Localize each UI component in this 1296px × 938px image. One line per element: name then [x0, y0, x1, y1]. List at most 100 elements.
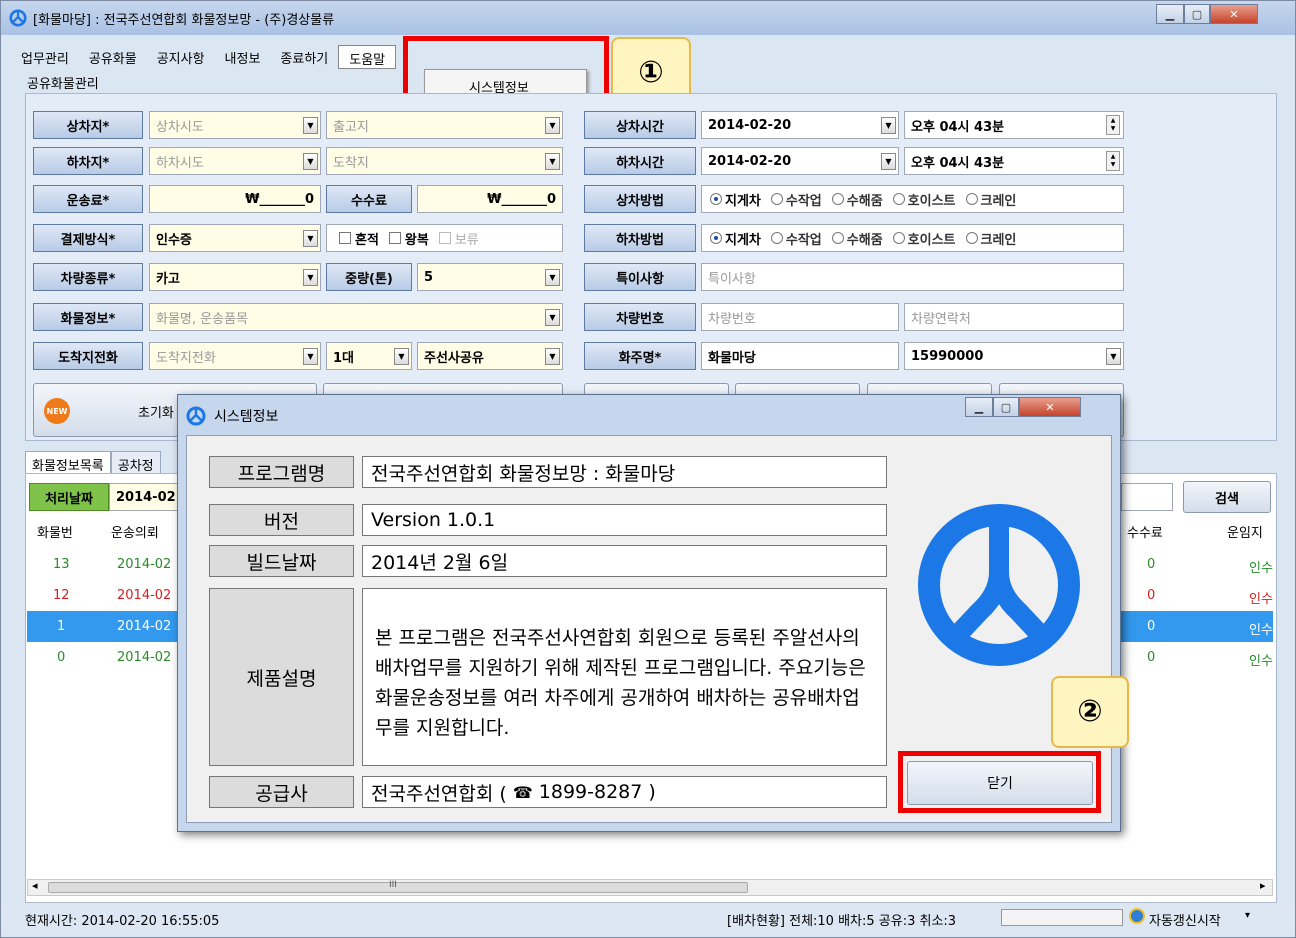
- unload-city-combo[interactable]: 하차시도 ▼: [149, 147, 321, 175]
- payment-label: 결제방식*: [33, 224, 143, 252]
- load-city-combo[interactable]: 상차시도 ▼: [149, 111, 321, 139]
- maximize-button[interactable]: ▢: [1184, 4, 1210, 24]
- weight-combo[interactable]: 5 ▼: [417, 263, 563, 291]
- vehicle-contact-input[interactable]: 차량연락처: [904, 303, 1124, 331]
- app-logo-icon: [918, 504, 1080, 666]
- chevron-down-icon[interactable]: ▼: [881, 117, 896, 134]
- share-scope-combo[interactable]: 주선사공유 ▼: [417, 342, 563, 370]
- vehicle-type-combo[interactable]: 카고 ▼: [149, 263, 321, 291]
- vehicle-no-input[interactable]: 차량번호: [701, 303, 899, 331]
- chevron-down-icon[interactable]: ▼: [1106, 348, 1121, 365]
- unload-dest-combo[interactable]: 도착지 ▼: [326, 147, 563, 175]
- col-payment[interactable]: 운임지: [1227, 522, 1263, 541]
- radio-crane[interactable]: 크레인: [965, 190, 1016, 209]
- chevron-down-icon[interactable]: ▼: [881, 153, 896, 170]
- cell-date: 2014-02: [117, 650, 172, 665]
- window-title: [화물마당] : 전국주선연합회 화물정보망 - (주)경상물류: [33, 13, 335, 28]
- menu-shared-cargo[interactable]: 공유화물: [79, 45, 147, 69]
- shipper-label: 화주명*: [584, 342, 696, 370]
- search-button[interactable]: 검색: [1183, 481, 1271, 513]
- spinner-icon[interactable]: ▲ ▼: [1106, 151, 1120, 171]
- dialog-maximize-button[interactable]: ▢: [993, 397, 1019, 417]
- chevron-down-icon[interactable]: ▼: [303, 153, 318, 170]
- scroll-left-icon[interactable]: ◂: [32, 879, 38, 892]
- section-label: 공유화물관리: [27, 77, 99, 92]
- menu-business[interactable]: 업무관리: [11, 45, 79, 69]
- program-name-label: 프로그램명: [209, 456, 354, 488]
- vehicle-count-combo[interactable]: 1대 ▼: [326, 342, 412, 370]
- app-logo-icon: [186, 406, 206, 426]
- arrival-phone-combo[interactable]: 도착지전화 ▼: [149, 342, 321, 370]
- check-hold: 보류: [438, 229, 479, 248]
- radio-hoist[interactable]: 호이스트: [892, 190, 956, 209]
- supplier-name: 전국주선연합회 (: [371, 782, 507, 805]
- dialog-close-icon[interactable]: ✕: [1019, 397, 1081, 417]
- load-dest-combo[interactable]: 출고지 ▼: [326, 111, 563, 139]
- radio-forklift[interactable]: 지게차: [710, 229, 761, 248]
- shipper-input[interactable]: 화물마당: [701, 342, 899, 370]
- chevron-down-icon[interactable]: ▼: [303, 348, 318, 365]
- freight-input[interactable]: ₩_______0: [149, 185, 321, 213]
- cell-pay: 인수: [1249, 654, 1273, 669]
- unload-time-label: 하차시간: [584, 147, 696, 175]
- supplier-label: 공급사: [209, 776, 354, 808]
- load-time-spinner[interactable]: 오후 04시 43분 ▲ ▼: [904, 111, 1124, 139]
- load-date-picker[interactable]: 2014-02-20 ▼: [701, 111, 899, 139]
- auto-refresh-button[interactable]: 자동갱신시작: [1149, 910, 1221, 929]
- cell-date: 2014-02: [117, 588, 172, 603]
- unload-date-picker[interactable]: 2014-02-20 ▼: [701, 147, 899, 175]
- payment-combo[interactable]: 인수증 ▼: [149, 224, 321, 252]
- menu-help[interactable]: 도움말: [338, 45, 397, 69]
- col-request-date[interactable]: 운송의뢰: [111, 522, 159, 541]
- scroll-right-icon[interactable]: ▸: [1260, 879, 1266, 892]
- close-window-button[interactable]: ✕: [1210, 4, 1258, 24]
- radio-manual[interactable]: 수작업: [770, 229, 822, 248]
- unload-method-label: 하차방법: [584, 224, 696, 252]
- special-input[interactable]: 특이사항: [701, 263, 1124, 291]
- fee-input[interactable]: ₩_______0: [417, 185, 563, 213]
- chevron-down-icon[interactable]: ▼: [545, 269, 560, 286]
- radio-handjack[interactable]: 수해줌: [831, 229, 883, 248]
- chevron-down-icon[interactable]: ▼: [303, 230, 318, 247]
- cell-no: 12: [53, 588, 70, 603]
- check-round-trip[interactable]: 왕복: [388, 229, 429, 248]
- phone-icon: ☎: [512, 782, 533, 802]
- radio-crane[interactable]: 크레인: [965, 229, 1016, 248]
- menu-exit[interactable]: 종료하기: [270, 45, 338, 69]
- supplier-value: 전국주선연합회 ( ☎ 1899-8287 ): [362, 776, 887, 808]
- fee-label: 수수료: [326, 185, 412, 213]
- radio-manual[interactable]: 수작업: [770, 190, 822, 209]
- cell-pay: 인수: [1249, 561, 1273, 576]
- check-mixed[interactable]: 혼적: [339, 229, 379, 248]
- chevron-down-icon[interactable]: ▼: [303, 117, 318, 134]
- spinner-icon[interactable]: ▲ ▼: [1106, 115, 1120, 135]
- dispatch-status: [배차현황] 전체:10 배차:5 공유:3 취소:3: [727, 914, 957, 929]
- horizontal-scrollbar[interactable]: ◂ III ▸: [27, 879, 1273, 896]
- main-window: [화물마당] : 전국주선연합회 화물정보망 - (주)경상물류 ▁ ▢ ✕ 업…: [0, 0, 1296, 938]
- chevron-down-icon[interactable]: ▼: [394, 348, 409, 365]
- chevron-down-icon[interactable]: ▼: [545, 117, 560, 134]
- reset-label: 초기화: [138, 406, 174, 421]
- minimize-button[interactable]: ▁: [1156, 4, 1184, 24]
- chevron-down-icon[interactable]: ▼: [545, 153, 560, 170]
- dropdown-arrow-icon[interactable]: ▾: [1245, 910, 1250, 921]
- radio-handjack[interactable]: 수해줌: [831, 190, 883, 209]
- scroll-thumb[interactable]: III: [48, 880, 748, 893]
- chevron-down-icon[interactable]: ▼: [545, 309, 560, 326]
- date-filter-label: 처리날짜: [29, 483, 109, 511]
- menu-notices[interactable]: 공지사항: [147, 45, 215, 69]
- shipper-phone-combo[interactable]: 15990000 ▼: [904, 342, 1124, 370]
- search-input[interactable]: [1121, 483, 1173, 511]
- radio-forklift[interactable]: 지게차: [710, 190, 761, 209]
- unload-time-spinner[interactable]: 오후 04시 43분 ▲ ▼: [904, 147, 1124, 175]
- chevron-down-icon[interactable]: ▼: [545, 348, 560, 365]
- progress-bar: [1001, 909, 1123, 926]
- col-cargo-no[interactable]: 화물번: [37, 522, 73, 541]
- radio-hoist[interactable]: 호이스트: [892, 229, 956, 248]
- menu-my-info[interactable]: 내정보: [215, 45, 271, 69]
- col-fee[interactable]: 수수료: [1127, 522, 1163, 541]
- dialog-minimize-button[interactable]: ▁: [965, 397, 993, 417]
- chevron-down-icon[interactable]: ▼: [303, 269, 318, 286]
- cargo-info-combo[interactable]: 화물명, 운송품목 ▼: [149, 303, 563, 331]
- vehicle-no-label: 차량번호: [584, 303, 696, 331]
